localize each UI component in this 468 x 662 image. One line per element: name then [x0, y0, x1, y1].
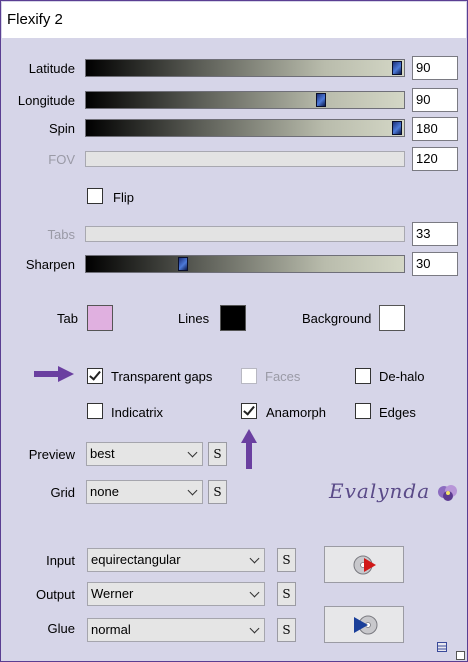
play-disc-icon	[354, 615, 378, 635]
tab-color-label: Tab	[57, 311, 78, 326]
input-value: equirectangular	[91, 552, 181, 567]
flip-label: Flip	[113, 190, 134, 205]
longitude-value[interactable]: 90	[412, 88, 458, 112]
spin-label: Spin	[48, 121, 75, 136]
edges-checkbox[interactable]	[355, 403, 371, 419]
preview-value: best	[90, 446, 115, 461]
ok-button[interactable]	[324, 606, 404, 643]
latitude-value[interactable]: 90	[412, 56, 458, 80]
faces-checkbox	[241, 368, 257, 384]
dehalo-checkbox[interactable]	[355, 368, 371, 384]
chevron-down-icon	[187, 447, 198, 458]
glue-s-button[interactable]: S	[277, 618, 296, 642]
arrow-right-icon	[34, 366, 74, 382]
grid-label: Grid	[50, 485, 75, 500]
sharpen-label: Sharpen	[25, 257, 75, 272]
arrow-up-icon	[241, 429, 257, 469]
output-label: Output	[35, 587, 75, 602]
output-value: Werner	[91, 586, 134, 601]
latitude-label: Latitude	[28, 61, 75, 76]
longitude-thumb[interactable]	[316, 93, 326, 107]
tab-color-swatch[interactable]	[87, 305, 113, 331]
tabs-value: 33	[412, 222, 458, 246]
chevron-down-icon	[187, 485, 198, 496]
grid-value: none	[90, 484, 119, 499]
transparent-gaps-label: Transparent gaps	[111, 369, 213, 384]
lines-color-swatch[interactable]	[220, 305, 246, 331]
anamorph-label: Anamorph	[266, 405, 326, 420]
glue-label: Glue	[47, 621, 75, 636]
grid-s-button[interactable]: S	[208, 480, 227, 504]
longitude-label: Longitude	[17, 93, 75, 108]
panel-toggle-icon[interactable]	[437, 642, 447, 652]
preview-s-button[interactable]: S	[208, 442, 227, 466]
dehalo-label: De-halo	[379, 369, 425, 384]
window-title: Flexify 2	[2, 2, 466, 38]
indicatrix-checkbox[interactable]	[87, 403, 103, 419]
resize-grip-icon[interactable]	[456, 651, 465, 660]
latitude-thumb[interactable]	[392, 61, 402, 75]
evalynda-logo: Evalynda	[329, 479, 459, 503]
spin-value[interactable]: 180	[412, 117, 458, 141]
fov-label: FOV	[48, 152, 75, 167]
sharpen-thumb[interactable]	[178, 257, 188, 271]
output-select[interactable]: Werner	[87, 582, 265, 606]
render-button[interactable]	[324, 546, 404, 583]
input-s-button[interactable]: S	[277, 548, 296, 572]
flexify-dialog: Flexify 2 Latitude 90 Longitude 90 Spin …	[0, 0, 468, 662]
background-color-label: Background	[302, 311, 372, 326]
disc-play-icon	[353, 555, 376, 575]
chevron-down-icon	[249, 553, 260, 564]
anamorph-checkbox[interactable]	[241, 403, 257, 419]
longitude-slider[interactable]	[85, 91, 405, 109]
indicatrix-label: Indicatrix	[111, 405, 164, 420]
sharpen-value[interactable]: 30	[412, 252, 458, 276]
input-label: Input	[46, 553, 75, 568]
spin-slider[interactable]	[85, 119, 405, 137]
glue-value: normal	[91, 622, 131, 637]
logo-text: Evalynda	[329, 479, 431, 503]
edges-label: Edges	[379, 405, 416, 420]
background-color-swatch[interactable]	[379, 305, 405, 331]
fov-slider	[85, 151, 405, 167]
flip-checkbox[interactable]	[87, 188, 103, 204]
preview-label: Preview	[28, 447, 75, 462]
latitude-slider[interactable]	[85, 59, 405, 77]
spin-thumb[interactable]	[392, 121, 402, 135]
preview-select[interactable]: best	[86, 442, 203, 466]
lines-color-label: Lines	[178, 311, 210, 326]
chevron-down-icon	[249, 623, 260, 634]
grid-select[interactable]: none	[86, 480, 203, 504]
flower-icon	[438, 484, 458, 501]
glue-select[interactable]: normal	[87, 618, 265, 642]
faces-label: Faces	[265, 369, 301, 384]
tabs-label: Tabs	[47, 227, 75, 242]
fov-value: 120	[412, 147, 458, 171]
sharpen-slider[interactable]	[85, 255, 405, 273]
output-s-button[interactable]: S	[277, 582, 296, 606]
transparent-gaps-checkbox[interactable]	[87, 368, 103, 384]
tabs-slider	[85, 226, 405, 242]
input-select[interactable]: equirectangular	[87, 548, 265, 572]
chevron-down-icon	[249, 587, 260, 598]
